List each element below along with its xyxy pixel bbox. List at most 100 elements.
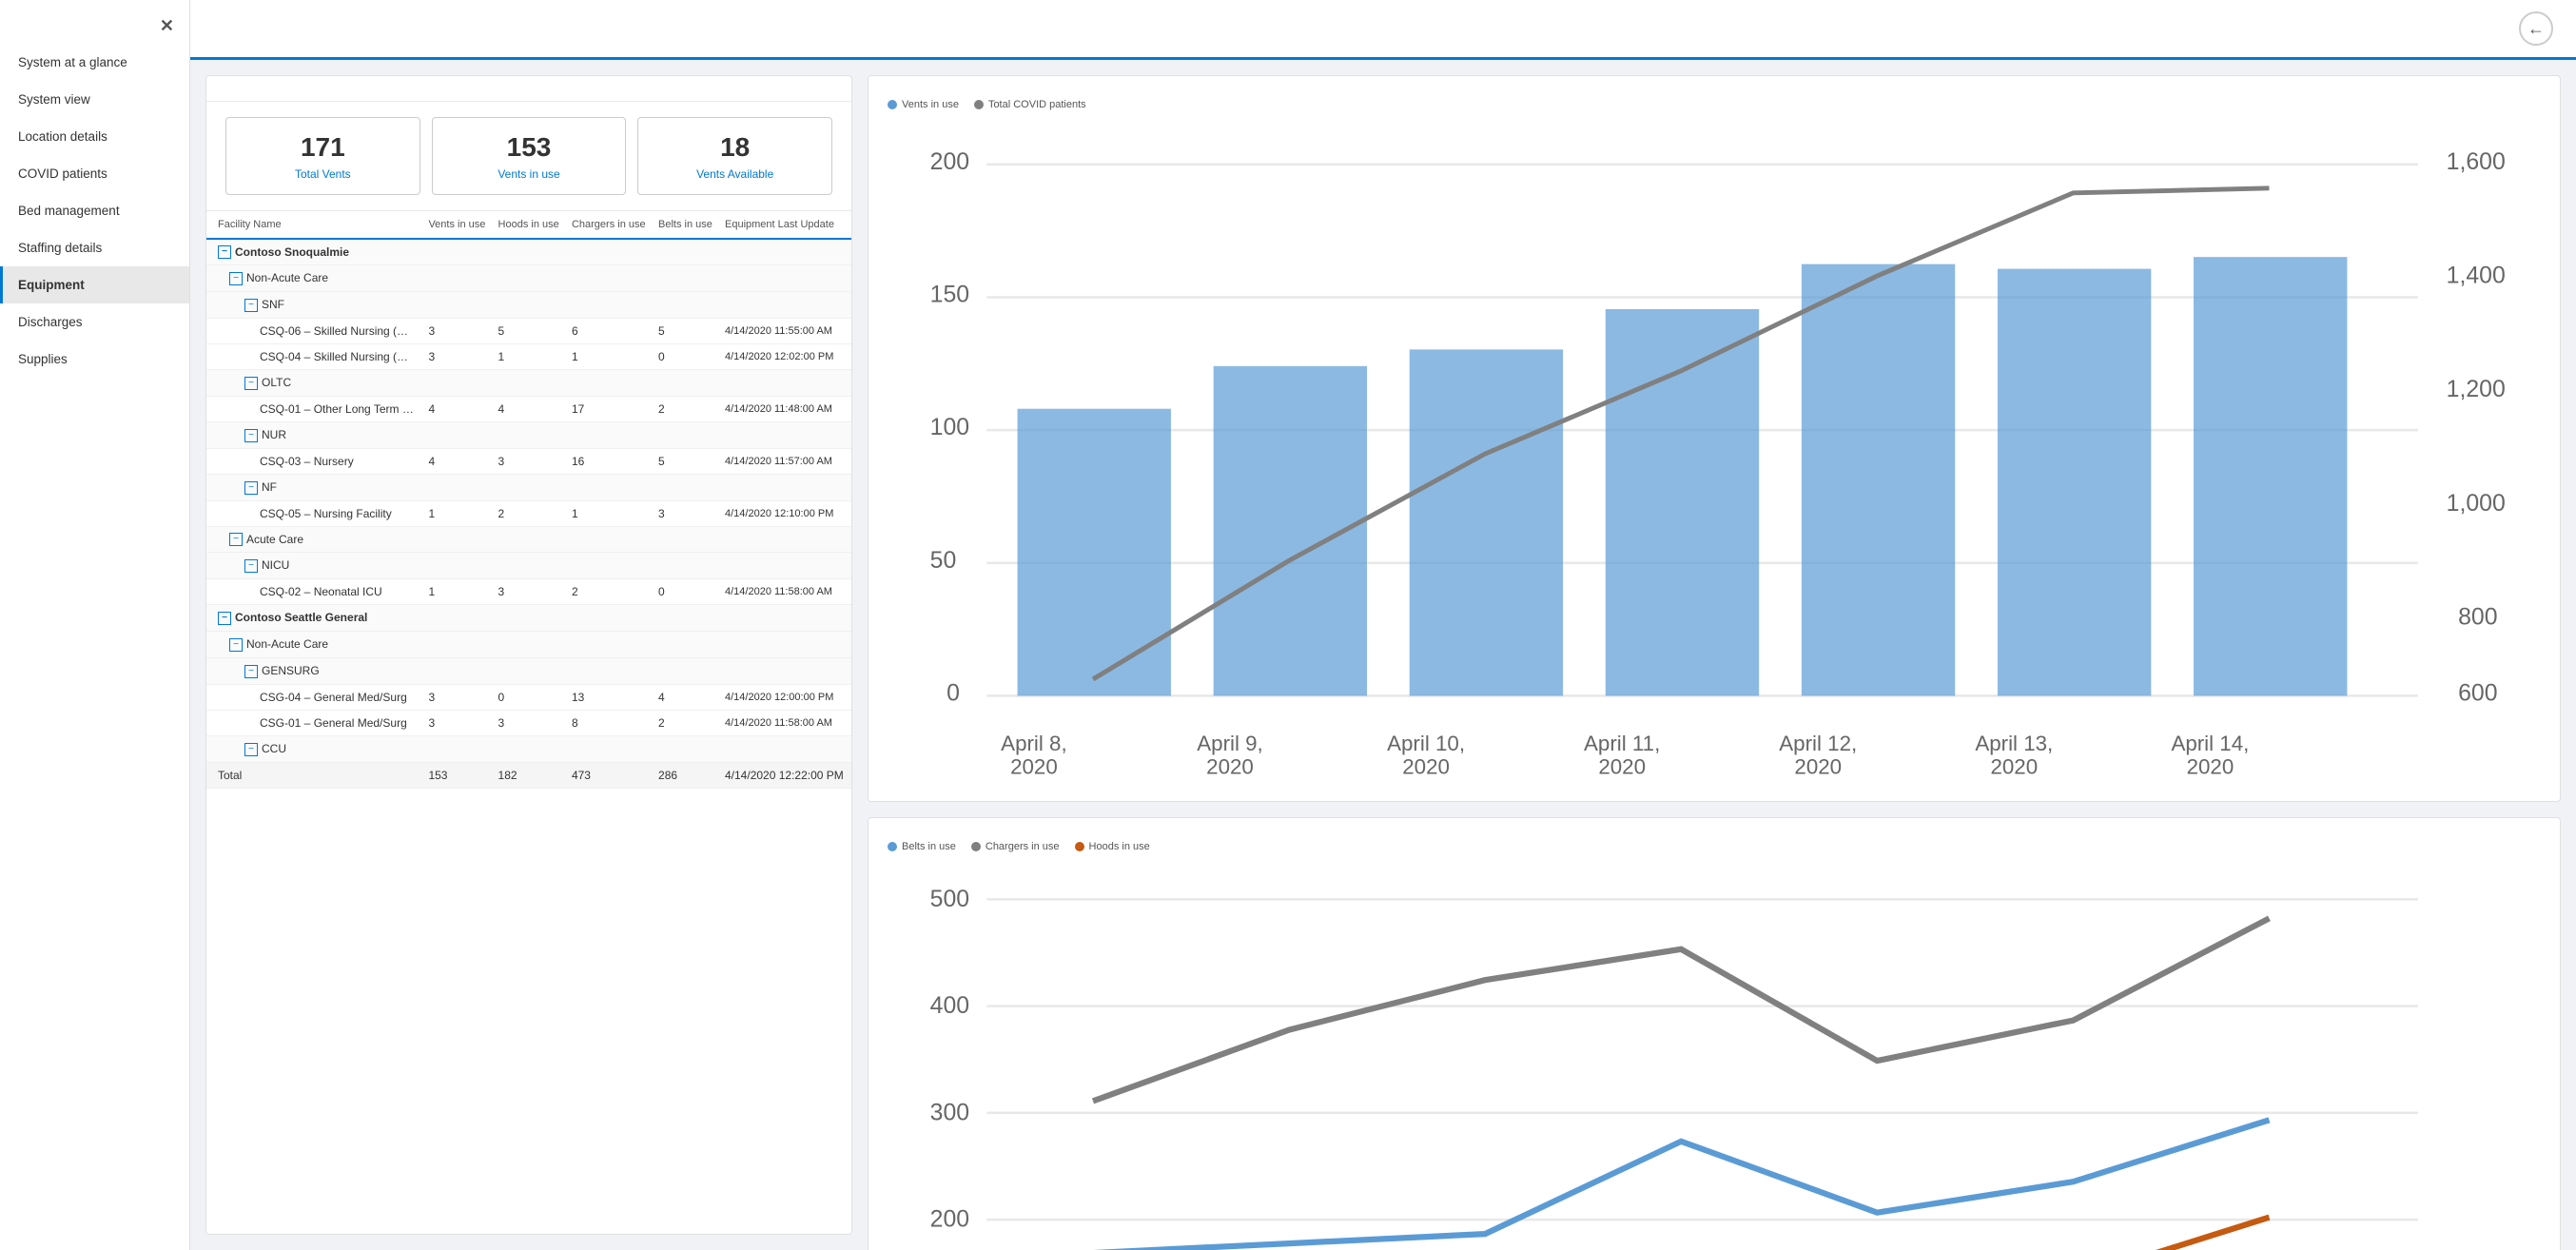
hoods-value: 5 bbox=[493, 319, 566, 344]
table-row: CSQ-02 – Neonatal ICU 1 3 2 0 4/14/2020 … bbox=[206, 579, 851, 605]
group-name: −NUR bbox=[206, 421, 851, 448]
chart-belts-card: Belts in useChargers in useHoods in use … bbox=[868, 817, 2561, 1250]
col-date: Equipment Last Update bbox=[719, 211, 851, 239]
svg-text:2020: 2020 bbox=[2187, 755, 2234, 779]
table-row: −Contoso Seattle General bbox=[206, 605, 851, 632]
svg-text:600: 600 bbox=[2458, 679, 2497, 706]
svg-text:2020: 2020 bbox=[1010, 755, 1058, 779]
expand-icon[interactable]: − bbox=[244, 299, 258, 312]
date-value: 4/14/2020 11:57:00 AM bbox=[719, 448, 851, 474]
vents-value: 1 bbox=[422, 579, 492, 605]
svg-text:April 8,: April 8, bbox=[1001, 732, 1066, 755]
total-row: Total 153 182 473 286 4/14/2020 12:22:00… bbox=[206, 762, 851, 788]
table-row: −Acute Care bbox=[206, 526, 851, 553]
facility-name: CSQ-06 – Skilled Nursing (… bbox=[206, 319, 422, 344]
top-bar: ← bbox=[190, 0, 2576, 60]
svg-text:1,600: 1,600 bbox=[2447, 148, 2506, 175]
sidebar-item-bed-management[interactable]: Bed management bbox=[0, 192, 189, 229]
sidebar-item-supplies[interactable]: Supplies bbox=[0, 341, 189, 378]
sidebar-item-covid-patients[interactable]: COVID patients bbox=[0, 155, 189, 192]
expand-icon[interactable]: − bbox=[244, 559, 258, 573]
facility-name: CSQ-04 – Skilled Nursing (… bbox=[206, 344, 422, 370]
sidebar-item-discharges[interactable]: Discharges bbox=[0, 303, 189, 341]
expand-icon[interactable]: − bbox=[229, 533, 243, 546]
svg-text:April 13,: April 13, bbox=[1975, 732, 2053, 755]
chargers-value: 6 bbox=[566, 319, 653, 344]
legend-item: Chargers in use bbox=[971, 841, 1060, 852]
metrics-row: 171Total Vents153Vents in use18Vents Ava… bbox=[206, 102, 851, 211]
total-belts: 286 bbox=[653, 762, 719, 788]
sidebar-item-staffing-details[interactable]: Staffing details bbox=[0, 229, 189, 266]
date-value: 4/14/2020 11:55:00 AM bbox=[719, 319, 851, 344]
legend-item: Total COVID patients bbox=[974, 99, 1086, 110]
chart1-legend: Vents in use Total COVID patients bbox=[888, 99, 2541, 110]
group-name: −Acute Care bbox=[206, 526, 851, 553]
svg-text:2020: 2020 bbox=[1598, 755, 1646, 779]
vents-value: 1 bbox=[422, 500, 492, 526]
expand-icon[interactable]: − bbox=[229, 272, 243, 285]
table-row: −Non-Acute Care bbox=[206, 632, 851, 658]
hoods-value: 0 bbox=[493, 684, 566, 710]
belts-value: 0 bbox=[653, 579, 719, 605]
expand-icon[interactable]: − bbox=[218, 612, 231, 625]
table-row: −CCU bbox=[206, 735, 851, 762]
table-header-row: Facility Name Vents in use Hoods in use … bbox=[206, 211, 851, 239]
table-row: −Non-Acute Care bbox=[206, 265, 851, 292]
svg-text:500: 500 bbox=[930, 886, 969, 912]
metric-card: 153Vents in use bbox=[432, 117, 627, 195]
legend-item: Belts in use bbox=[888, 841, 956, 852]
sidebar-item-system-glance[interactable]: System at a glance bbox=[0, 44, 189, 81]
expand-icon[interactable]: − bbox=[229, 638, 243, 652]
expand-icon[interactable]: − bbox=[244, 429, 258, 442]
facility-name: CSG-01 – General Med/Surg bbox=[206, 710, 422, 735]
hoods-value: 1 bbox=[493, 344, 566, 370]
belts-value: 3 bbox=[653, 500, 719, 526]
svg-text:150: 150 bbox=[930, 281, 969, 307]
sidebar-item-system-view[interactable]: System view bbox=[0, 81, 189, 118]
group-name: −GENSURG bbox=[206, 657, 851, 684]
table-container[interactable]: Facility Name Vents in use Hoods in use … bbox=[206, 211, 851, 1234]
expand-icon[interactable]: − bbox=[244, 377, 258, 390]
table-row: −OLTC bbox=[206, 370, 851, 397]
svg-text:200: 200 bbox=[930, 1206, 969, 1233]
legend-dot bbox=[974, 100, 984, 109]
belts-value: 2 bbox=[653, 710, 719, 735]
chargers-value: 1 bbox=[566, 500, 653, 526]
total-hoods: 182 bbox=[493, 762, 566, 788]
chart2-area: 500 400 300 200 100 0 bbox=[888, 864, 2541, 1250]
back-button[interactable]: ← bbox=[2519, 11, 2553, 46]
col-hoods: Hoods in use bbox=[493, 211, 566, 239]
legend-label: Total COVID patients bbox=[988, 99, 1086, 110]
table-row: CSQ-06 – Skilled Nursing (… 3 5 6 5 4/14… bbox=[206, 319, 851, 344]
group-name: −Contoso Seattle General bbox=[206, 605, 851, 632]
content-area: 171Total Vents153Vents in use18Vents Ava… bbox=[190, 60, 2576, 1250]
sidebar-item-location-details[interactable]: Location details bbox=[0, 118, 189, 155]
vents-value: 4 bbox=[422, 448, 492, 474]
sidebar-nav: System at a glanceSystem viewLocation de… bbox=[0, 44, 189, 378]
table-row: −NF bbox=[206, 474, 851, 500]
vents-value: 3 bbox=[422, 710, 492, 735]
total-date: 4/14/2020 12:22:00 PM bbox=[719, 762, 851, 788]
close-icon[interactable]: ✕ bbox=[160, 17, 174, 34]
sidebar-item-equipment[interactable]: Equipment bbox=[0, 266, 189, 303]
metric-label: Total Vents bbox=[242, 167, 404, 181]
date-value: 4/14/2020 11:48:00 AM bbox=[719, 396, 851, 421]
col-chargers: Chargers in use bbox=[566, 211, 653, 239]
expand-icon[interactable]: − bbox=[244, 743, 258, 756]
expand-icon[interactable]: − bbox=[218, 245, 231, 259]
expand-icon[interactable]: − bbox=[244, 481, 258, 495]
date-value: 4/14/2020 11:58:00 AM bbox=[719, 579, 851, 605]
col-belts: Belts in use bbox=[653, 211, 719, 239]
legend-label: Vents in use bbox=[902, 99, 959, 110]
table-row: −NUR bbox=[206, 421, 851, 448]
legend-dot bbox=[888, 842, 897, 851]
table-row: CSG-01 – General Med/Surg 3 3 8 2 4/14/2… bbox=[206, 710, 851, 735]
chart2-legend: Belts in useChargers in useHoods in use bbox=[888, 841, 2541, 852]
facility-name: CSG-04 – General Med/Surg bbox=[206, 684, 422, 710]
expand-icon[interactable]: − bbox=[244, 665, 258, 678]
sidebar-header: ✕ bbox=[0, 0, 189, 44]
hoods-value: 3 bbox=[493, 579, 566, 605]
metric-value: 171 bbox=[242, 131, 404, 164]
equipment-table: Facility Name Vents in use Hoods in use … bbox=[206, 211, 851, 789]
group-name: −NF bbox=[206, 474, 851, 500]
